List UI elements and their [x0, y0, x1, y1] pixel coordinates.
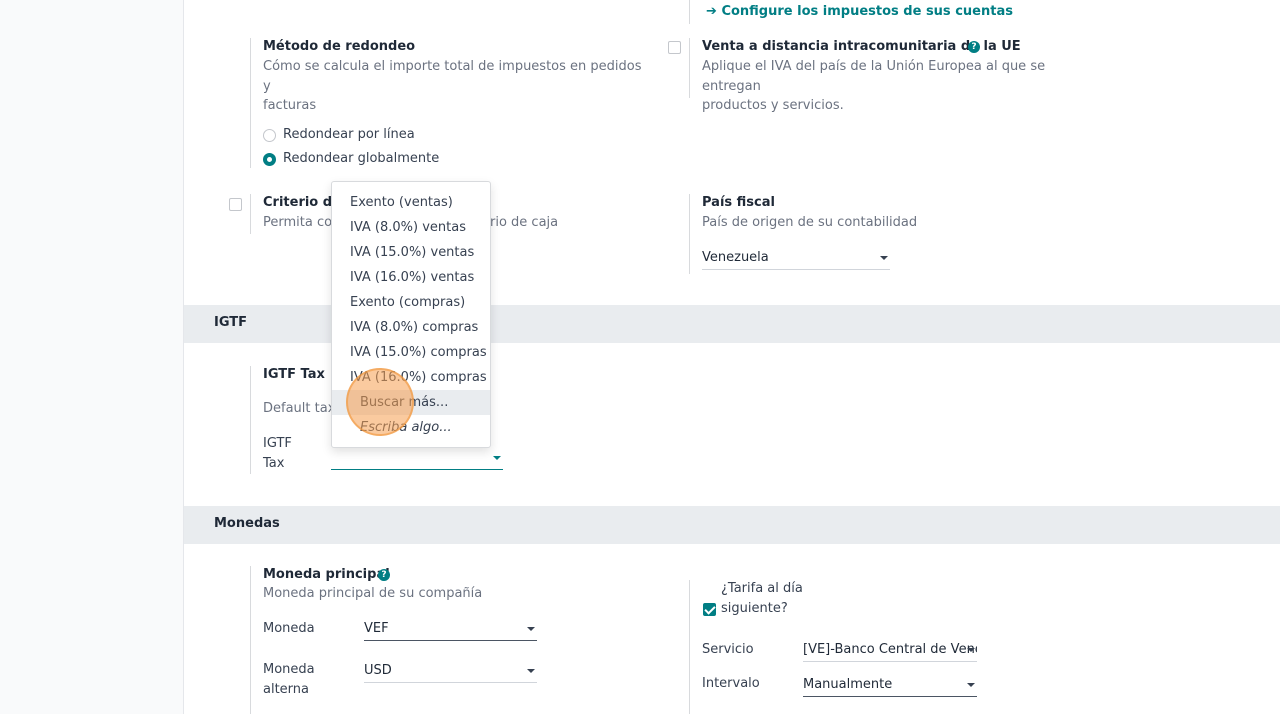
radio-round-per-line-label[interactable]: Redondear por línea: [283, 125, 415, 145]
alt-currency-select[interactable]: USD: [364, 661, 537, 683]
caret-down-icon: [967, 683, 975, 687]
section-header-currencies: Monedas: [184, 506, 1280, 544]
configure-taxes-link[interactable]: ➔ Configure los impuestos de sus cuentas: [706, 4, 1013, 19]
divider: [689, 580, 690, 714]
rounding-description: Cómo se calcula el importe total de impu…: [263, 59, 642, 113]
section-title: Monedas: [214, 516, 280, 531]
igtf-tax-field-label: IGTF Tax: [263, 436, 292, 471]
divider: [689, 38, 690, 98]
radio-round-per-line[interactable]: [263, 129, 276, 142]
interval-label: Intervalo: [702, 676, 760, 691]
fiscal-country-description: País de origen de su contabilidad: [702, 215, 918, 230]
divider: [689, 194, 690, 274]
next-day-rate-checkbox[interactable]: [703, 603, 716, 616]
dropdown-item[interactable]: Exento (ventas): [332, 190, 490, 215]
currency-select[interactable]: VEF: [364, 619, 537, 641]
cash-basis-description-end: rio de caja: [490, 215, 559, 230]
igtf-tax-title: IGTF Tax: [263, 367, 325, 382]
igtf-tax-dropdown: Exento (ventas) IVA (8.0%) ventas IVA (1…: [331, 181, 491, 448]
type-something-hint: Escriba algo...: [360, 420, 452, 435]
cash-basis-description-start: Permita cor: [263, 215, 338, 230]
divider: [250, 194, 251, 234]
caret-down-icon: [880, 256, 888, 260]
fiscal-country-title: País fiscal: [702, 195, 775, 210]
radio-round-globally-label[interactable]: Redondear globalmente: [283, 149, 439, 169]
divider: [250, 366, 251, 474]
caret-down-icon: [527, 627, 535, 631]
interval-select[interactable]: Manualmente: [803, 675, 977, 697]
search-more-item[interactable]: Buscar más...: [332, 390, 490, 415]
dropdown-item[interactable]: IVA (15.0%) compras: [332, 340, 490, 365]
arrow-right-icon: ➔: [706, 4, 717, 19]
caret-down-icon: [493, 456, 501, 460]
dropdown-item[interactable]: IVA (8.0%) compras: [332, 315, 490, 340]
cash-basis-title: Criterio de: [263, 195, 341, 210]
fiscal-country-select[interactable]: Venezuela: [702, 248, 890, 270]
caret-down-icon: [967, 648, 975, 652]
caret-down-icon: [527, 669, 535, 673]
dropdown-item[interactable]: IVA (16.0%) ventas: [332, 265, 490, 290]
dropdown-item[interactable]: IVA (16.0%) compras: [332, 365, 490, 390]
divider: [250, 38, 251, 168]
radio-round-globally[interactable]: [263, 153, 276, 166]
igtf-tax-select[interactable]: [331, 448, 503, 470]
igtf-tax-description: Default tax: [263, 401, 336, 416]
dropdown-item[interactable]: IVA (15.0%) ventas: [332, 240, 490, 265]
dropdown-item[interactable]: Exento (compras): [332, 290, 490, 315]
help-icon[interactable]: ?: [968, 41, 980, 53]
eu-distance-checkbox[interactable]: [668, 41, 681, 54]
next-day-rate-label: ¿Tarifa al día siguiente?: [721, 581, 803, 616]
service-label: Servicio: [702, 642, 754, 657]
main-currency-title: Moneda principal: [263, 567, 390, 582]
rounding-title: Método de redondeo: [263, 39, 416, 54]
divider: [250, 566, 251, 714]
left-pane: [0, 0, 184, 714]
cash-basis-checkbox[interactable]: [229, 198, 242, 211]
dropdown-item[interactable]: IVA (8.0%) ventas: [332, 215, 490, 240]
main-currency-description: Moneda principal de su compañía: [263, 586, 483, 601]
alt-currency-label: Moneda alterna: [263, 662, 315, 697]
section-title: IGTF: [214, 315, 248, 330]
divider: [689, 0, 690, 24]
help-icon[interactable]: ?: [378, 569, 390, 581]
rate-service-select[interactable]: [VE]-Banco Central de Venezuela: [803, 640, 977, 662]
currency-label: Moneda: [263, 621, 315, 636]
eu-distance-description: Aplique el IVA del país de la Unión Euro…: [702, 59, 1046, 113]
